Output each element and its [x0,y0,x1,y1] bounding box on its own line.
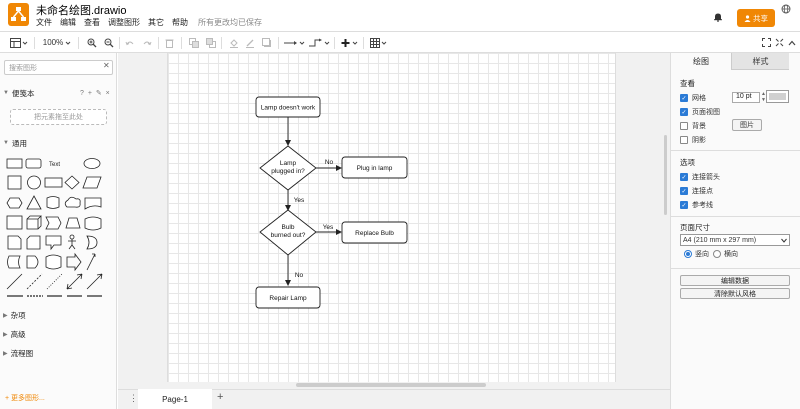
paper-size-value: A4 (210 mm x 297 mm) [683,236,757,244]
tab-diagram[interactable]: 绘图 [671,53,731,70]
edge-label-yes-1: Yes [294,197,305,204]
clear-default-style-button[interactable]: 清除默认风格 [680,288,790,299]
portrait-label: 竖向 [695,251,709,258]
connection-arrows-checkbox[interactable]: ✓ 连接箭头 [680,172,720,182]
edge-label-no-1: No [325,159,334,166]
connection-points-checkbox[interactable]: ✓ 连接点 [680,186,713,196]
checkbox-checked-icon: ✓ [680,108,688,116]
options-section-title: 选项 [680,158,695,167]
node-label-repair: Repair Lamp [269,295,307,302]
page-tab[interactable]: Page-1 [138,389,212,409]
grid-checkbox[interactable]: ✓ 网格 [680,93,706,103]
checkbox-checked-icon: ✓ [680,94,688,102]
node-label-plugged-1: Lamp [280,160,297,167]
landscape-label: 横向 [724,251,738,258]
edge-label-no-2: No [295,272,304,279]
checkbox-checked-icon: ✓ [680,173,688,181]
edge-label-yes-2: Yes [323,224,334,231]
grid-color-swatch [769,93,786,100]
background-checkbox[interactable]: 背景 [680,121,706,131]
checkbox-checked-icon: ✓ [680,201,688,209]
checkbox-unchecked-icon [680,136,688,144]
chevron-down-icon [781,238,787,243]
edit-data-button[interactable]: 编辑数据 [680,275,790,286]
view-section-title: 查看 [680,79,695,88]
pages-menu-icon[interactable]: ⋮ [129,393,138,404]
node-label-start: Lamp doesn't work [261,105,316,112]
panel-divider [671,216,800,217]
radio-unselected-icon [713,250,721,258]
vertical-scrollbar[interactable] [664,135,667,215]
guides-checkbox[interactable]: ✓ 参考线 [680,200,713,210]
node-label-burned-1: Bulb [281,224,294,231]
portrait-radio[interactable]: 竖向 [684,249,709,259]
grid-color-button[interactable] [766,90,789,103]
paper-size-title: 页面尺寸 [680,223,710,232]
node-label-plugged-2: plugged in? [271,168,305,175]
radio-selected-icon [684,250,692,258]
grid-size-input[interactable]: 10 pt [732,92,760,103]
page-view-checkbox[interactable]: ✓ 页面视图 [680,107,720,117]
checkbox-unchecked-icon [680,122,688,130]
shadow-label: 阴影 [692,137,706,144]
node-label-replace: Replace Bulb [355,230,394,237]
landscape-radio[interactable]: 横向 [713,249,738,259]
page-view-label: 页面视图 [692,109,720,116]
shadow-checkbox[interactable]: 阴影 [680,135,706,145]
panel-divider [671,150,800,151]
connection-arrows-label: 连接箭头 [692,174,720,181]
checkbox-checked-icon: ✓ [680,187,688,195]
guides-label: 参考线 [692,202,713,209]
connection-points-label: 连接点 [692,188,713,195]
background-label: 背景 [692,123,706,130]
background-image-button[interactable]: 图片 [732,119,762,131]
horizontal-scrollbar[interactable] [296,383,486,387]
tab-style[interactable]: 样式 [731,53,789,70]
add-page-icon[interactable]: + [217,391,223,403]
paper-size-select[interactable]: A4 (210 mm x 297 mm) [680,234,790,246]
grid-label: 网格 [692,95,706,102]
node-label-burned-2: burned out? [271,232,306,239]
node-label-plug-in: Plug in lamp [357,165,393,172]
panel-divider [671,268,800,269]
